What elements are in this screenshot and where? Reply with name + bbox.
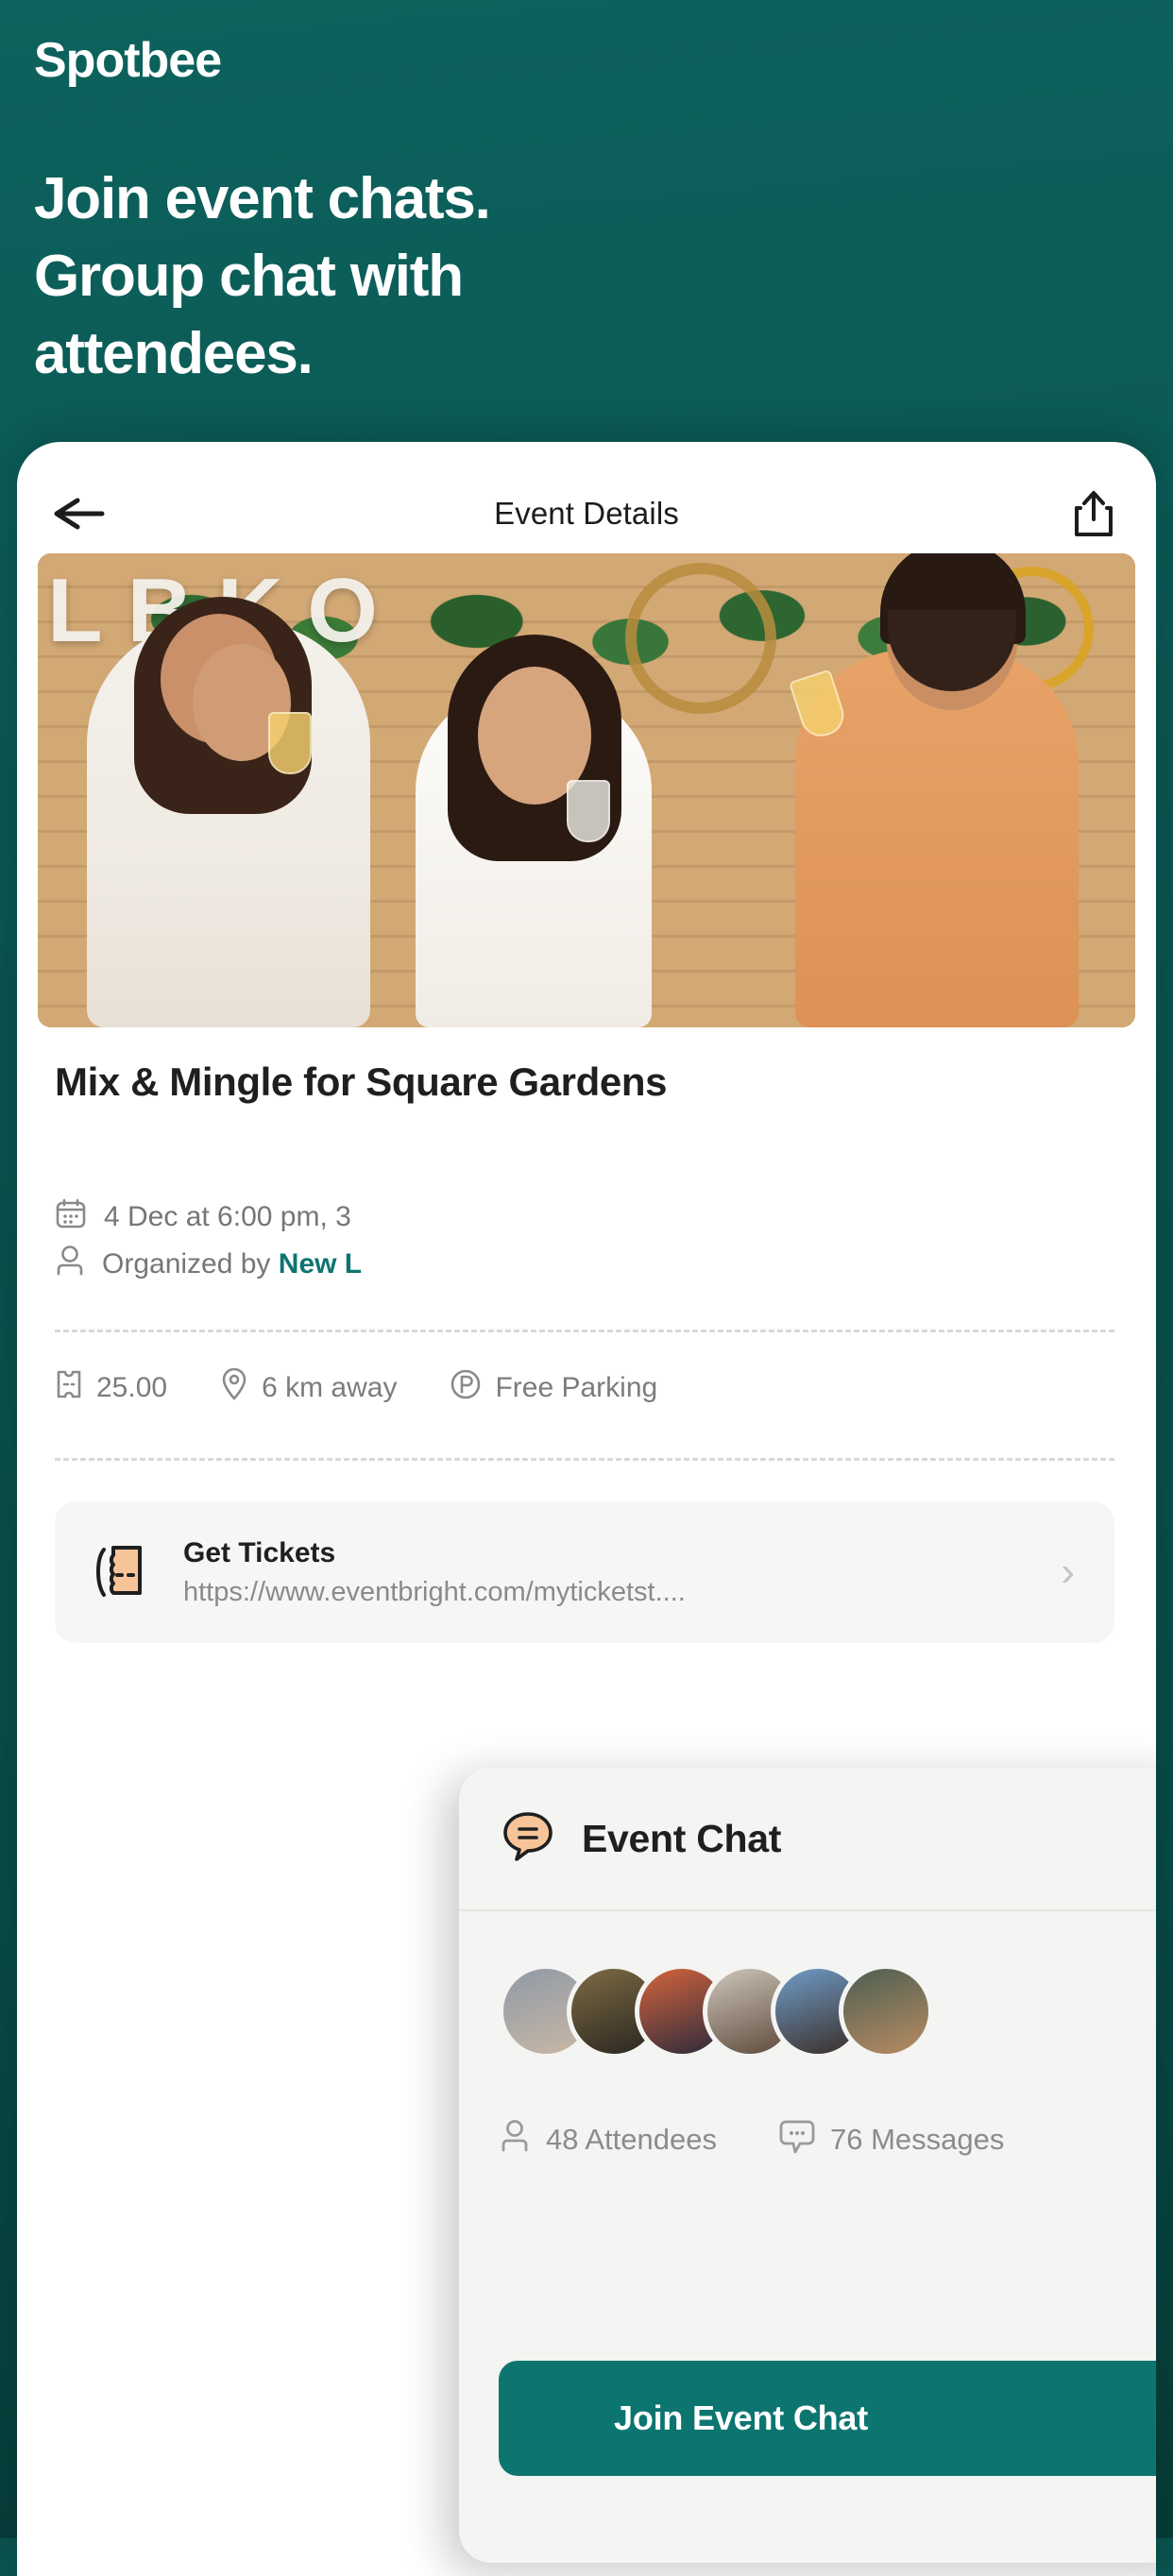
attendees-label: 48 Attendees	[546, 2123, 717, 2156]
event-chat-stats: 48 Attendees 76 Messages	[459, 2066, 1156, 2162]
divider-top	[55, 1330, 1114, 1332]
parking-icon	[450, 1368, 482, 1408]
event-organizer-row: Organized by New L	[55, 1245, 362, 1284]
get-tickets-url: https://www.eventbright.com/myticketst..…	[183, 1576, 686, 1607]
attendees-stat: 48 Attendees	[499, 2119, 717, 2161]
event-hero-image: LBKO	[38, 553, 1135, 1027]
get-tickets-title: Get Tickets	[183, 1536, 336, 1568]
fact-parking: Free Parking	[450, 1368, 657, 1408]
ticket-stub-icon	[83, 1533, 159, 1613]
fact-parking-label: Free Parking	[495, 1372, 658, 1403]
event-date-text: 4 Dec at 6:00 pm, 3	[104, 1201, 351, 1232]
ticket-icon	[55, 1368, 83, 1408]
event-chat-title: Event Chat	[582, 1816, 782, 1860]
event-facts-row: 25.00 6 km away Free Parking	[55, 1367, 657, 1409]
chat-bubble-icon	[499, 1807, 557, 1871]
organizer-link[interactable]: New L	[279, 1248, 362, 1280]
back-arrow-icon[interactable]	[53, 495, 106, 533]
phone-mockup: Event Details LBKO Mix & Mingle for Squa…	[17, 442, 1156, 2576]
person-icon	[499, 2119, 531, 2161]
avatar[interactable]	[839, 1964, 933, 2059]
attendee-avatars[interactable]	[499, 1964, 1156, 2066]
organizer-prefix: Organized by	[102, 1248, 279, 1280]
share-icon[interactable]	[1067, 487, 1120, 540]
fact-distance: 6 km away	[220, 1367, 397, 1409]
fact-price-label: 25.00	[96, 1372, 168, 1403]
page-title: Event Details	[494, 496, 679, 531]
calendar-icon	[55, 1197, 87, 1237]
messages-label: 76 Messages	[830, 2123, 1005, 2156]
fact-distance-label: 6 km away	[262, 1372, 398, 1403]
app-brand-name: Spotbee	[34, 33, 222, 88]
person-icon	[55, 1245, 85, 1284]
event-chat-header: Event Chat	[459, 1768, 1156, 1911]
messages-stat: 76 Messages	[779, 2117, 1004, 2162]
event-date-row: 4 Dec at 6:00 pm, 3	[55, 1197, 351, 1237]
get-tickets-card[interactable]: Get Tickets https://www.eventbright.com/…	[55, 1501, 1114, 1643]
event-chat-card: Event Chat 48 Attendees 76 Messages Join…	[459, 1768, 1156, 2563]
join-event-chat-button[interactable]: Join Event Chat	[499, 2361, 1156, 2476]
fact-price: 25.00	[55, 1368, 167, 1408]
divider-bottom	[55, 1458, 1114, 1461]
app-topbar: Event Details	[17, 472, 1156, 555]
chevron-right-icon[interactable]: ›	[1061, 1551, 1086, 1593]
map-pin-icon	[220, 1367, 248, 1409]
message-icon	[779, 2117, 815, 2162]
event-title: Mix & Mingle for Square Gardens	[55, 1059, 668, 1104]
promo-headline: Join event chats. Group chat with attend…	[34, 166, 491, 386]
